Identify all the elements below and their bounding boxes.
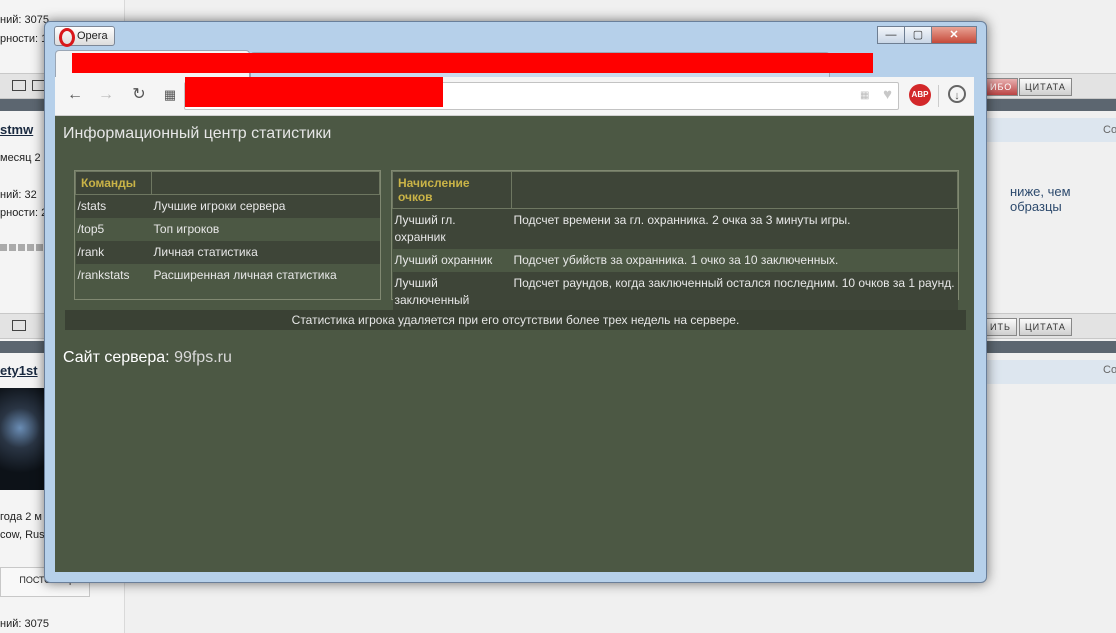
page-content: Информационный центр статистики Команды … (55, 116, 974, 572)
command-name: /rank (75, 241, 152, 264)
score-category: Лучший гл. охранник (392, 208, 512, 249)
command-desc: Топ игроков (153, 222, 220, 236)
address-bar[interactable]: ▦ ♥ (184, 77, 899, 110)
forward-icon[interactable]: → (97, 86, 115, 104)
command-desc: Расширенная личная статистика (153, 268, 337, 282)
command-desc: Личная статистика (151, 241, 380, 264)
score-desc: Подсчет убийств за охранника. 1 очко за … (513, 253, 839, 267)
toolbar-divider (938, 85, 939, 107)
close-button[interactable]: ✕ (931, 26, 977, 44)
server-link[interactable]: 99fps.ru (174, 349, 232, 366)
commands-table: Команды /stats Лучшие игроки сервера /to… (75, 171, 380, 287)
scoring-header-blank (511, 171, 958, 209)
forum-small-text: Со (1103, 364, 1116, 376)
quote-button[interactable]: ЦИТАТА (1019, 78, 1072, 96)
table-row: Лучший гл. охранник Подсчет времени за г… (392, 208, 958, 249)
table-row: /stats Лучшие игроки сервера (75, 194, 380, 218)
table-row: /rank Личная статистика (75, 241, 380, 264)
scoring-panel: Начисление очков Лучший гл. охранник Под… (391, 170, 959, 330)
table-row: Лучший охранник Подсчет убийств за охран… (393, 249, 958, 272)
opera-menu-label: Opera (77, 30, 108, 42)
profile-icon[interactable] (12, 80, 26, 91)
grid-icon[interactable]: ▦ (860, 90, 872, 102)
command-name: /top5 (77, 222, 105, 236)
redacted-tab-title (72, 53, 873, 73)
minimize-button[interactable]: — (877, 26, 905, 44)
profile-icon[interactable] (12, 320, 26, 331)
score-desc: Подсчет времени за гл. охранника. 2 очка… (511, 208, 958, 249)
commands-panel: Команды /stats Лучшие игроки сервера /to… (74, 170, 381, 300)
forum-user-stat: рности: 1 (0, 33, 48, 45)
forum-user-stat: ний: 32 (0, 189, 37, 201)
thanks-button[interactable]: ИБО (984, 78, 1019, 96)
commands-header: Команды (75, 171, 152, 195)
forum-post-text: ниже, чем образцы (1010, 184, 1071, 214)
back-icon[interactable]: ← (66, 86, 84, 104)
reload-icon[interactable]: ↻ (130, 86, 148, 104)
command-name: /stats (75, 194, 152, 218)
thanks-button[interactable]: ИТЬ (984, 318, 1017, 336)
forum-avatar[interactable] (0, 388, 48, 490)
forum-user-joined: месяц 2 (0, 152, 41, 164)
commands-header-blank (151, 171, 380, 195)
score-desc: Подсчет раундов, когда заключенный остал… (511, 272, 958, 312)
page-title: Информационный центр статистики (63, 125, 332, 142)
forum-username[interactable]: stmw (0, 122, 33, 137)
score-category: Лучший охранник (394, 253, 493, 267)
forum-username[interactable]: ety1st (0, 363, 38, 378)
opera-window: Opera — ▢ ✕ ← → ↻ ▦ ▦ ♥ ABP ↓ Информацио… (44, 21, 987, 583)
speed-dial-icon[interactable]: ▦ (161, 86, 179, 104)
opera-logo-icon (59, 28, 75, 47)
opera-menu-button[interactable]: Opera (54, 26, 115, 47)
download-icon[interactable]: ↓ (948, 85, 966, 103)
command-name: /rankstats (77, 268, 130, 282)
heart-icon[interactable]: ♥ (883, 86, 892, 103)
table-row: Лучший заключенный Подсчет раундов, когд… (392, 272, 958, 312)
scoring-header: Начисление очков (392, 171, 512, 209)
forum-user-joined: года 2 м (0, 511, 42, 523)
score-category: Лучший заключенный (392, 272, 512, 312)
table-row: /rankstats Расширенная личная статистика (76, 264, 380, 287)
quote-button[interactable]: ЦИТАТА (1019, 318, 1072, 336)
adblock-icon[interactable]: ABP (909, 84, 931, 106)
forum-user-location: cow, Rus (0, 529, 45, 541)
redacted-url (185, 77, 443, 107)
table-row: /top5 Топ игроков (76, 218, 380, 241)
browser-toolbar: ← → ↻ ▦ ▦ ♥ ABP ↓ (55, 77, 974, 116)
command-desc: Лучшие игроки сервера (151, 194, 380, 218)
forum-user-stat: ний: 3075 (0, 618, 49, 630)
retention-notice: Статистика игрока удаляется при его отсу… (65, 310, 966, 330)
forum-user-stat: рности: 2 (0, 207, 48, 219)
forum-user-stat: ний: 3075 (0, 14, 49, 26)
server-site: Сайт сервера: 99fps.ru (63, 349, 232, 367)
maximize-button[interactable]: ▢ (904, 26, 932, 44)
forum-small-text: Со (1103, 124, 1116, 136)
server-label: Сайт сервера: (63, 349, 170, 366)
